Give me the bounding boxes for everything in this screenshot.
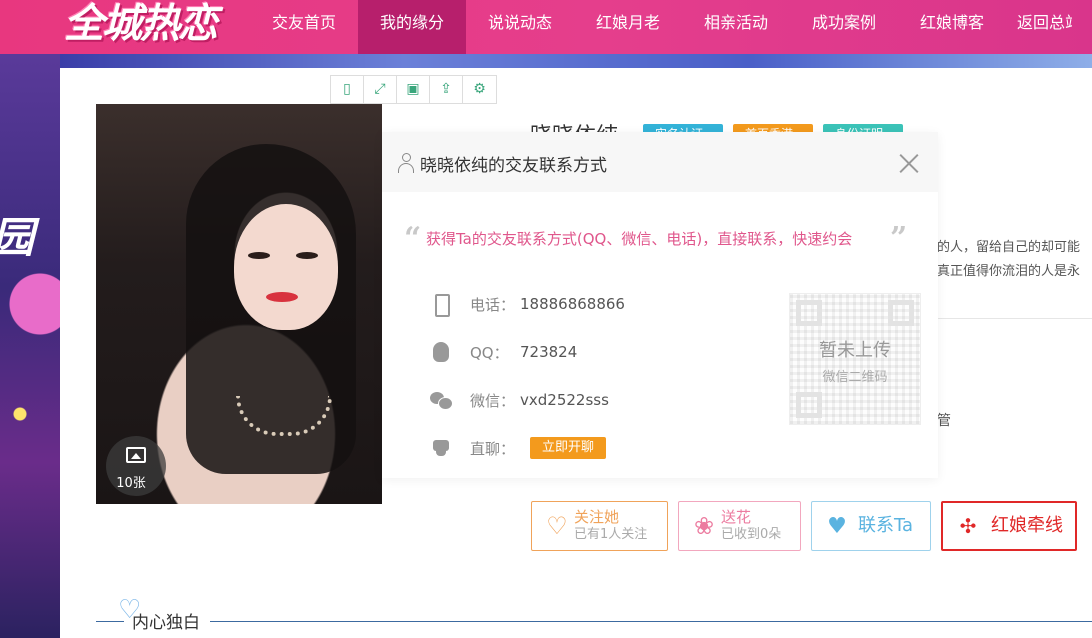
main-nav: 交友首页 我的缘分 说说动态 红娘月老 相亲活动 成功案例 红娘博客 返回总站 (250, 0, 1072, 54)
fullscreen-icon[interactable]: ⤢ (364, 76, 397, 103)
phone-label: 电话： (470, 295, 516, 314)
matchmaker-label: 红娘牵线 (991, 515, 1063, 536)
intro-text: 真正值得你流泪的人是永 (937, 264, 1081, 279)
qr-caption: 微信二维码 (822, 370, 888, 385)
nav-back-main[interactable]: 返回总站 (1006, 0, 1072, 54)
quote-close-mark: ” (890, 221, 908, 256)
background-art-text: 园 (0, 204, 34, 265)
contact-button[interactable]: ♥ 联系Ta (811, 501, 931, 551)
top-header: 全城热恋 交友首页 我的缘分 说说动态 红娘月老 相亲活动 成功案例 红娘博客 … (0, 0, 1092, 54)
modal-tagline: 获得Ta的交友联系方式(QQ、微信、电话)，直接联系，快速约会 (426, 230, 853, 248)
user-icon (397, 153, 415, 173)
phone-value: 18886868866 (520, 295, 625, 313)
follow-label: 关注她 (574, 508, 620, 526)
start-chat-button[interactable]: 立即开聊 (530, 437, 607, 459)
save-icon[interactable]: ▣ (397, 76, 430, 103)
nav-my-match[interactable]: 我的缘分 (358, 0, 466, 54)
wechat-qr-placeholder: 暂未上传 微信二维码 (789, 293, 921, 425)
background-left-art: 园 (0, 54, 60, 638)
section-title: 内心独白 (132, 613, 200, 633)
share-icon[interactable]: ⇪ (430, 76, 463, 103)
phone-icon (430, 293, 452, 317)
photo-count-text: 10张 (116, 476, 146, 491)
contact-info-modal: 晓晓依纯的交友联系方式 “ 获得Ta的交友联系方式(QQ、微信、电话)，直接联系… (382, 132, 938, 478)
qq-penguin-icon (430, 341, 452, 363)
follow-button[interactable]: ♡ 关注她 已有1人关注 (531, 501, 668, 551)
chat-label: 直聊： (470, 439, 516, 458)
nav-matchmaker-blog[interactable]: 红娘博客 (898, 0, 1006, 54)
handshake-icon: ✣ (959, 514, 977, 538)
qr-corner (796, 300, 822, 326)
nav-home[interactable]: 交友首页 (250, 0, 358, 54)
contact-label: 联系Ta (858, 515, 914, 536)
mobile-icon[interactable]: ▯ (331, 76, 364, 103)
site-logo[interactable]: 全城热恋 (64, 0, 234, 52)
wechat-row: 微信： vxd2522sss (430, 388, 609, 412)
photo-face (234, 204, 338, 330)
quote-open-mark: “ (404, 221, 422, 256)
photo-lips (266, 292, 298, 302)
rose-icon: ❀ (693, 512, 715, 540)
qq-label: QQ： (470, 343, 509, 362)
qq-value: 723824 (520, 343, 578, 361)
background-top-strip (60, 54, 1092, 68)
chat-icon (430, 437, 452, 459)
photo-eye (248, 252, 270, 259)
qr-status-text: 暂未上传 (819, 340, 891, 361)
qr-corner (796, 392, 822, 418)
matchmaker-button[interactable]: ✣ 红娘牵线 (941, 501, 1077, 551)
nav-events[interactable]: 相亲活动 (682, 0, 790, 54)
photo-eye (296, 252, 318, 259)
chat-row: 直聊： 立即开聊 (430, 436, 607, 460)
wechat-value: vxd2522sss (520, 391, 609, 409)
flower-count: 已收到0朵 (721, 527, 782, 542)
profile-extra-text: 管 (937, 413, 951, 429)
wechat-label: 微信： (470, 391, 516, 410)
heart-bubble-icon: ♥ (827, 513, 847, 539)
photo-count-badge[interactable]: 10张 (106, 436, 166, 496)
wechat-icon (430, 389, 453, 411)
intro-text: 的人，留给自己的却可能 (937, 240, 1081, 255)
phone-row: 电话： 18886868866 (430, 292, 625, 317)
settings-icon[interactable]: ⚙ (463, 76, 496, 103)
nav-matchmakers[interactable]: 红娘月老 (574, 0, 682, 54)
modal-title: 晓晓依纯的交友联系方式 (420, 156, 607, 176)
qr-corner (888, 300, 914, 326)
send-flower-button[interactable]: ❀ 送花 已收到0朵 (678, 501, 801, 551)
close-icon[interactable] (898, 152, 920, 174)
picture-icon (126, 447, 146, 463)
follow-count: 已有1人关注 (574, 527, 648, 542)
image-toolbar: ▯ ⤢ ▣ ⇪ ⚙ (330, 75, 497, 104)
section-divider (96, 621, 1092, 622)
heart-outline-icon: ♡ (546, 512, 568, 540)
qq-row: QQ： 723824 (430, 340, 577, 364)
nav-moments[interactable]: 说说动态 (466, 0, 574, 54)
divider (937, 318, 1092, 319)
modal-header: 晓晓依纯的交友联系方式 (382, 132, 938, 192)
flower-label: 送花 (721, 508, 752, 526)
nav-success-stories[interactable]: 成功案例 (790, 0, 898, 54)
